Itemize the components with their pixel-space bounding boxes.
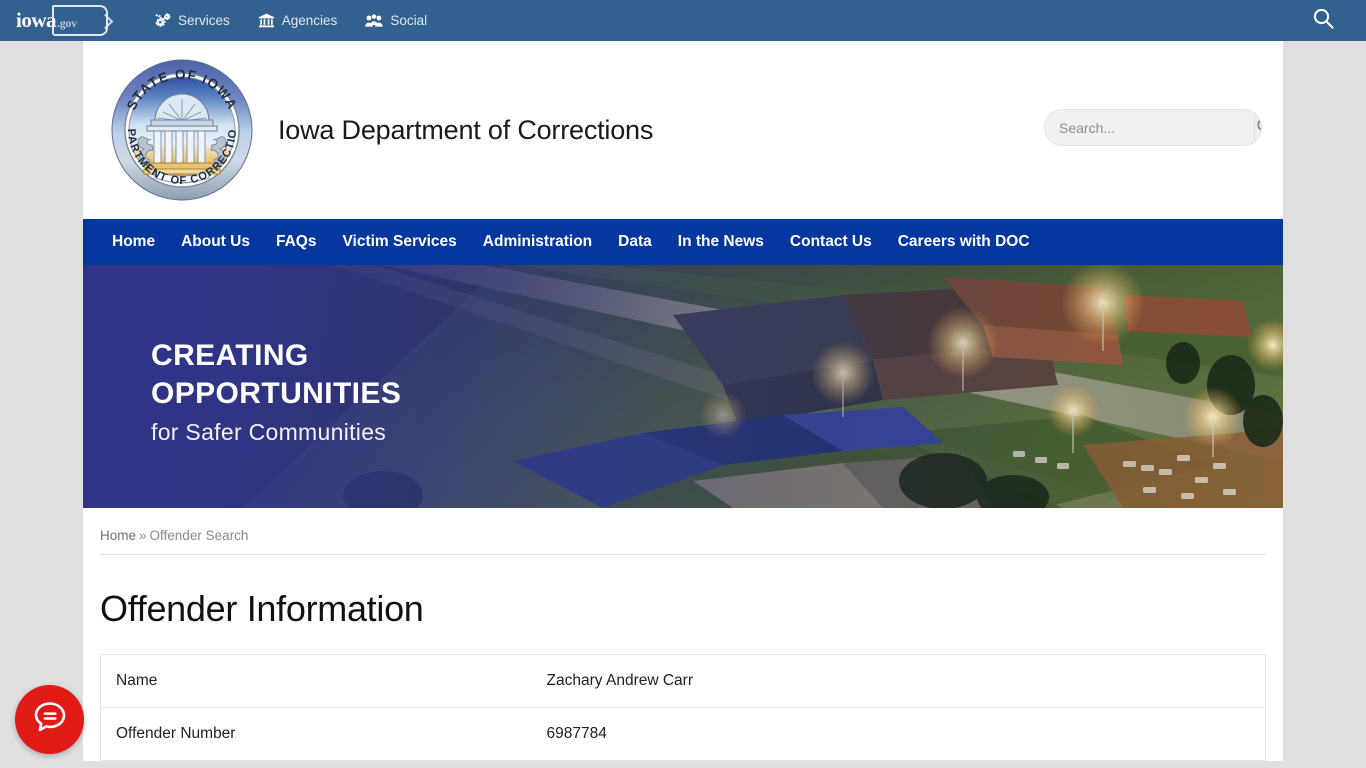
hero-banner: CREATING OPPORTUNITIES for Safer Communi… <box>83 265 1283 508</box>
hero-text-block: CREATING OPPORTUNITIES for Safer Communi… <box>151 337 401 449</box>
hero-subheadline: for Safer Communities <box>151 419 387 445</box>
table-row: Offender Number 6987784 <box>100 708 1266 761</box>
state-top-bar: iowa .gov Services Agencies Social <box>0 0 1366 41</box>
page-container: STATE OF IOWA DEPARTMENT OF CORRECTIONS … <box>83 41 1283 761</box>
main-navigation: Home About Us FAQs Victim Services Admin… <box>83 219 1283 265</box>
row-value-offender-number: 6987784 <box>546 725 607 742</box>
state-search-button[interactable] <box>1311 0 1336 41</box>
nav-item-victim-services[interactable]: Victim Services <box>329 219 469 265</box>
breadcrumb-current: Offender Search <box>149 528 249 543</box>
iowa-logo-suffix: .gov <box>57 16 77 30</box>
breadcrumb-separator: » <box>139 528 147 543</box>
breadcrumb: Home» Offender Search <box>100 522 1266 555</box>
row-label-offender-number: Offender Number <box>116 725 236 742</box>
offender-information-table: Name Zachary Andrew Carr Offender Number… <box>100 654 1266 761</box>
nav-item-contact-us[interactable]: Contact Us <box>777 219 885 265</box>
bank-icon <box>258 13 275 28</box>
cogs-icon <box>155 13 171 28</box>
search-submit-button[interactable] <box>1254 110 1261 145</box>
search-input[interactable] <box>1045 119 1254 136</box>
breadcrumb-link-home[interactable]: Home <box>100 528 136 543</box>
topnav-label-social: Social <box>390 13 428 28</box>
hero-headline-line-1: CREATING <box>151 339 309 372</box>
page-title: Iowa Department of Corrections <box>278 114 654 145</box>
chat-bubble-icon <box>29 696 71 743</box>
row-label-name: Name <box>116 672 158 689</box>
search-icon <box>1255 116 1261 140</box>
nav-item-home[interactable]: Home <box>99 219 168 265</box>
site-search[interactable] <box>1044 109 1262 146</box>
state-top-bar-nav: Services Agencies Social <box>155 13 427 28</box>
chat-widget-button[interactable] <box>15 685 84 754</box>
state-seal-icon: STATE OF IOWA DEPARTMENT OF CORRECTIONS <box>106 50 253 201</box>
table-row: Name Zachary Andrew Carr <box>100 655 1266 708</box>
iowa-gov-logo[interactable]: iowa .gov <box>14 4 110 37</box>
iowa-logo-word: iowa <box>16 8 57 32</box>
nav-item-in-the-news[interactable]: In the News <box>665 219 777 265</box>
nav-item-data[interactable]: Data <box>605 219 665 265</box>
site-header: STATE OF IOWA DEPARTMENT OF CORRECTIONS … <box>83 41 1283 219</box>
topnav-item-services[interactable]: Services <box>155 13 230 28</box>
topnav-item-agencies[interactable]: Agencies <box>258 13 338 28</box>
search-icon <box>1311 6 1336 36</box>
nav-item-administration[interactable]: Administration <box>470 219 605 265</box>
topnav-label-agencies: Agencies <box>281 13 338 28</box>
nav-item-faqs[interactable]: FAQs <box>263 219 329 265</box>
content-heading: Offender Information <box>100 588 424 629</box>
hero-headline-line-2: OPPORTUNITIES <box>151 377 402 410</box>
people-group-icon <box>365 13 384 28</box>
row-value-name: Zachary Andrew Carr <box>546 672 693 689</box>
topnav-label-services: Services <box>178 13 230 28</box>
nav-item-careers-with-doc[interactable]: Careers with DOC <box>885 219 1043 265</box>
main-content: Home» Offender Search Offender Informatio… <box>83 508 1283 761</box>
topnav-item-social[interactable]: Social <box>365 13 427 28</box>
nav-item-about-us[interactable]: About Us <box>168 219 263 265</box>
